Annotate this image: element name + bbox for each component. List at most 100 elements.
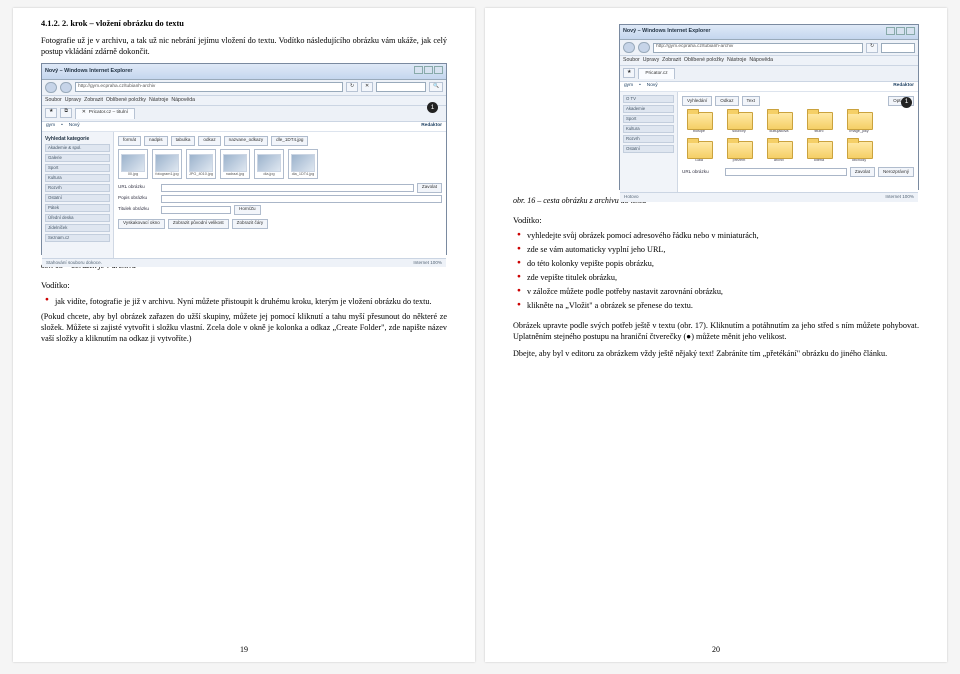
forward-button[interactable] <box>638 42 650 53</box>
search-box[interactable] <box>376 82 426 92</box>
window-buttons[interactable] <box>885 27 915 37</box>
stop-button[interactable]: ✕ <box>361 82 373 92</box>
nerez-button[interactable]: Nerozprávný <box>878 167 914 177</box>
folder-item[interactable]: obchody <box>842 138 876 163</box>
sidebar-item[interactable]: Úřední deska <box>45 214 110 222</box>
sidebar-item[interactable]: Rozvrh <box>623 135 674 143</box>
folder-item[interactable]: kultujaková <box>762 109 796 134</box>
sidebar-item[interactable]: Kultura <box>623 125 674 133</box>
editor-section-label: Redaktor <box>421 124 442 129</box>
back-button[interactable] <box>45 82 57 93</box>
image-thumbnail[interactable]: 00.jpg <box>118 149 148 179</box>
sidebar-item[interactable]: Kultura <box>45 174 110 182</box>
guide-item: vyhledejte svůj obrázek pomocí adresovéh… <box>517 230 919 241</box>
sidebar-item[interactable]: Rozvrh <box>45 184 110 192</box>
nav-item[interactable]: Oblíbené položky <box>106 98 146 103</box>
forward-button[interactable] <box>60 82 72 93</box>
misc-button[interactable]: dle_1DT4.jpg <box>271 136 308 146</box>
folder-item[interactable]: přezent <box>722 138 756 163</box>
folder-icon <box>846 138 872 158</box>
image-thumbnail[interactable]: dia_1DT4.jpg <box>288 149 318 179</box>
folder-item[interactable]: biosipe <box>682 109 716 134</box>
url-input[interactable] <box>161 184 414 192</box>
sidebar-item[interactable]: Seznam.cz <box>45 234 110 242</box>
image-thumbnail[interactable]: nadrazi.jpg <box>220 149 250 179</box>
sidebar-item[interactable]: O TV <box>623 95 674 103</box>
zavolat-button[interactable]: Zavolat <box>850 167 875 177</box>
breadcrumb-item[interactable]: gym <box>46 124 55 129</box>
search-go-button[interactable]: 🔍 <box>429 82 443 92</box>
folder-icon <box>766 109 792 129</box>
nav-item[interactable]: Zobrazit <box>662 58 681 63</box>
ie-menu-row: Soubor Upravy Zobrazit Oblíbené položky … <box>620 56 918 66</box>
browser-tab[interactable]: ✕ Pricator.cz – titulní <box>75 108 135 119</box>
sidebar-item[interactable]: Akademie <box>623 105 674 113</box>
nav-item[interactable]: Nápověda <box>749 58 773 63</box>
table-button[interactable]: tabulka <box>171 136 196 146</box>
heading-button[interactable]: nadpis <box>144 136 168 146</box>
text-button[interactable]: Text <box>742 96 760 106</box>
named-links-button[interactable]: nazvane_odkazy <box>224 136 268 146</box>
folder-item[interactable]: loteria <box>802 138 836 163</box>
original-size-button[interactable]: Zobrazit původní velikost <box>168 219 229 229</box>
back-button[interactable] <box>623 42 635 53</box>
breadcrumb-item[interactable]: Nový <box>69 124 80 129</box>
sidebar-item[interactable]: Pátek <box>45 204 110 212</box>
refresh-button[interactable]: ↻ <box>346 82 358 92</box>
folder-item[interactable]: Gala <box>682 138 716 163</box>
link-button[interactable]: Odkaz <box>715 96 738 106</box>
favorites-icon[interactable]: ★ <box>45 108 57 118</box>
nav-item[interactable]: Nástroje <box>727 58 746 63</box>
right-p1: Obrázek upravte podle svých potřeb ještě… <box>513 320 919 342</box>
nav-item[interactable]: Oblíbené položky <box>684 58 724 63</box>
sidebar-item[interactable]: Akademie & spol. <box>45 144 110 152</box>
main-panel: formát nadpis tabulka odkaz nazvane_odka… <box>114 132 446 258</box>
status-right: Internet 100% <box>885 195 914 200</box>
sidebar-item[interactable]: Sport <box>623 115 674 123</box>
popis-input[interactable] <box>161 195 442 203</box>
lines-button[interactable]: Zobrazit čáry <box>232 219 269 229</box>
window-buttons[interactable] <box>413 66 443 76</box>
sidebar-item[interactable]: Jídelníček <box>45 224 110 232</box>
search-box[interactable] <box>881 43 915 53</box>
folder-item[interactable]: titulní <box>802 109 836 134</box>
find-button[interactable]: Vyhledání <box>682 96 712 106</box>
format-button[interactable]: formát <box>118 136 141 146</box>
nav-item[interactable]: Soubor <box>45 98 62 103</box>
nav-item[interactable]: Upravy <box>65 98 81 103</box>
guide-item: jak vidíte, fotografie je již v archivu.… <box>45 296 447 307</box>
breadcrumb-item[interactable]: Nový <box>647 84 658 89</box>
folder-item[interactable]: archiv <box>762 138 796 163</box>
sidebar-item[interactable]: Galerie <box>45 154 110 162</box>
breadcrumb-item[interactable]: gym <box>624 84 633 89</box>
favorites-icon[interactable]: ★ <box>623 68 635 78</box>
image-thumbnail[interactable]: dia.jpg <box>254 149 284 179</box>
browser-tab[interactable]: Pricator.cz <box>638 68 674 79</box>
nav-item[interactable]: Nástroje <box>149 98 168 103</box>
folder-row: Gala přezent archiv loteria obchody <box>682 138 914 163</box>
titulek-input[interactable] <box>161 206 231 214</box>
ie-titlebar: Nový – Windows Internet Explorer <box>620 25 918 40</box>
feeds-icon[interactable]: ⧉ <box>60 108 71 118</box>
folder-item[interactable]: Image_joky <box>842 109 876 134</box>
refresh-button[interactable]: ↻ <box>866 43 878 53</box>
image-thumbnail[interactable]: fotogram1.jpg <box>152 149 182 179</box>
popup-button[interactable]: Vyskakovací okno <box>118 219 165 229</box>
folder-item[interactable]: soubory <box>722 109 756 134</box>
horn-button[interactable]: Horn/Zu <box>234 205 261 215</box>
nav-item[interactable]: Nápověda <box>171 98 195 103</box>
fig16-screenshot: 1 Nový – Windows Internet Explorer http:… <box>619 24 919 190</box>
nav-item[interactable]: Soubor <box>623 58 640 63</box>
address-bar[interactable]: http://gym.ecpraha.cz/tubianh-archiv <box>75 82 343 92</box>
zavolat-button[interactable]: Zavolat <box>417 183 442 193</box>
nav-item[interactable]: Upravy <box>643 58 659 63</box>
image-thumbnail[interactable]: JPG_4010.jpg <box>186 149 216 179</box>
url-input[interactable] <box>725 168 847 176</box>
sidebar-item[interactable]: Ostatní <box>623 145 674 153</box>
nav-item[interactable]: Zobrazit <box>84 98 103 103</box>
sidebar-item[interactable]: Ostatní <box>45 194 110 202</box>
thumbnail-row: 00.jpg fotogram1.jpg JPG_4010.jpg nadraz… <box>118 149 442 179</box>
link-button[interactable]: odkaz <box>198 136 220 146</box>
sidebar-item[interactable]: Sport <box>45 164 110 172</box>
address-bar[interactable]: http://gym.ecpraha.cz/tubianh-archiv <box>653 43 863 53</box>
